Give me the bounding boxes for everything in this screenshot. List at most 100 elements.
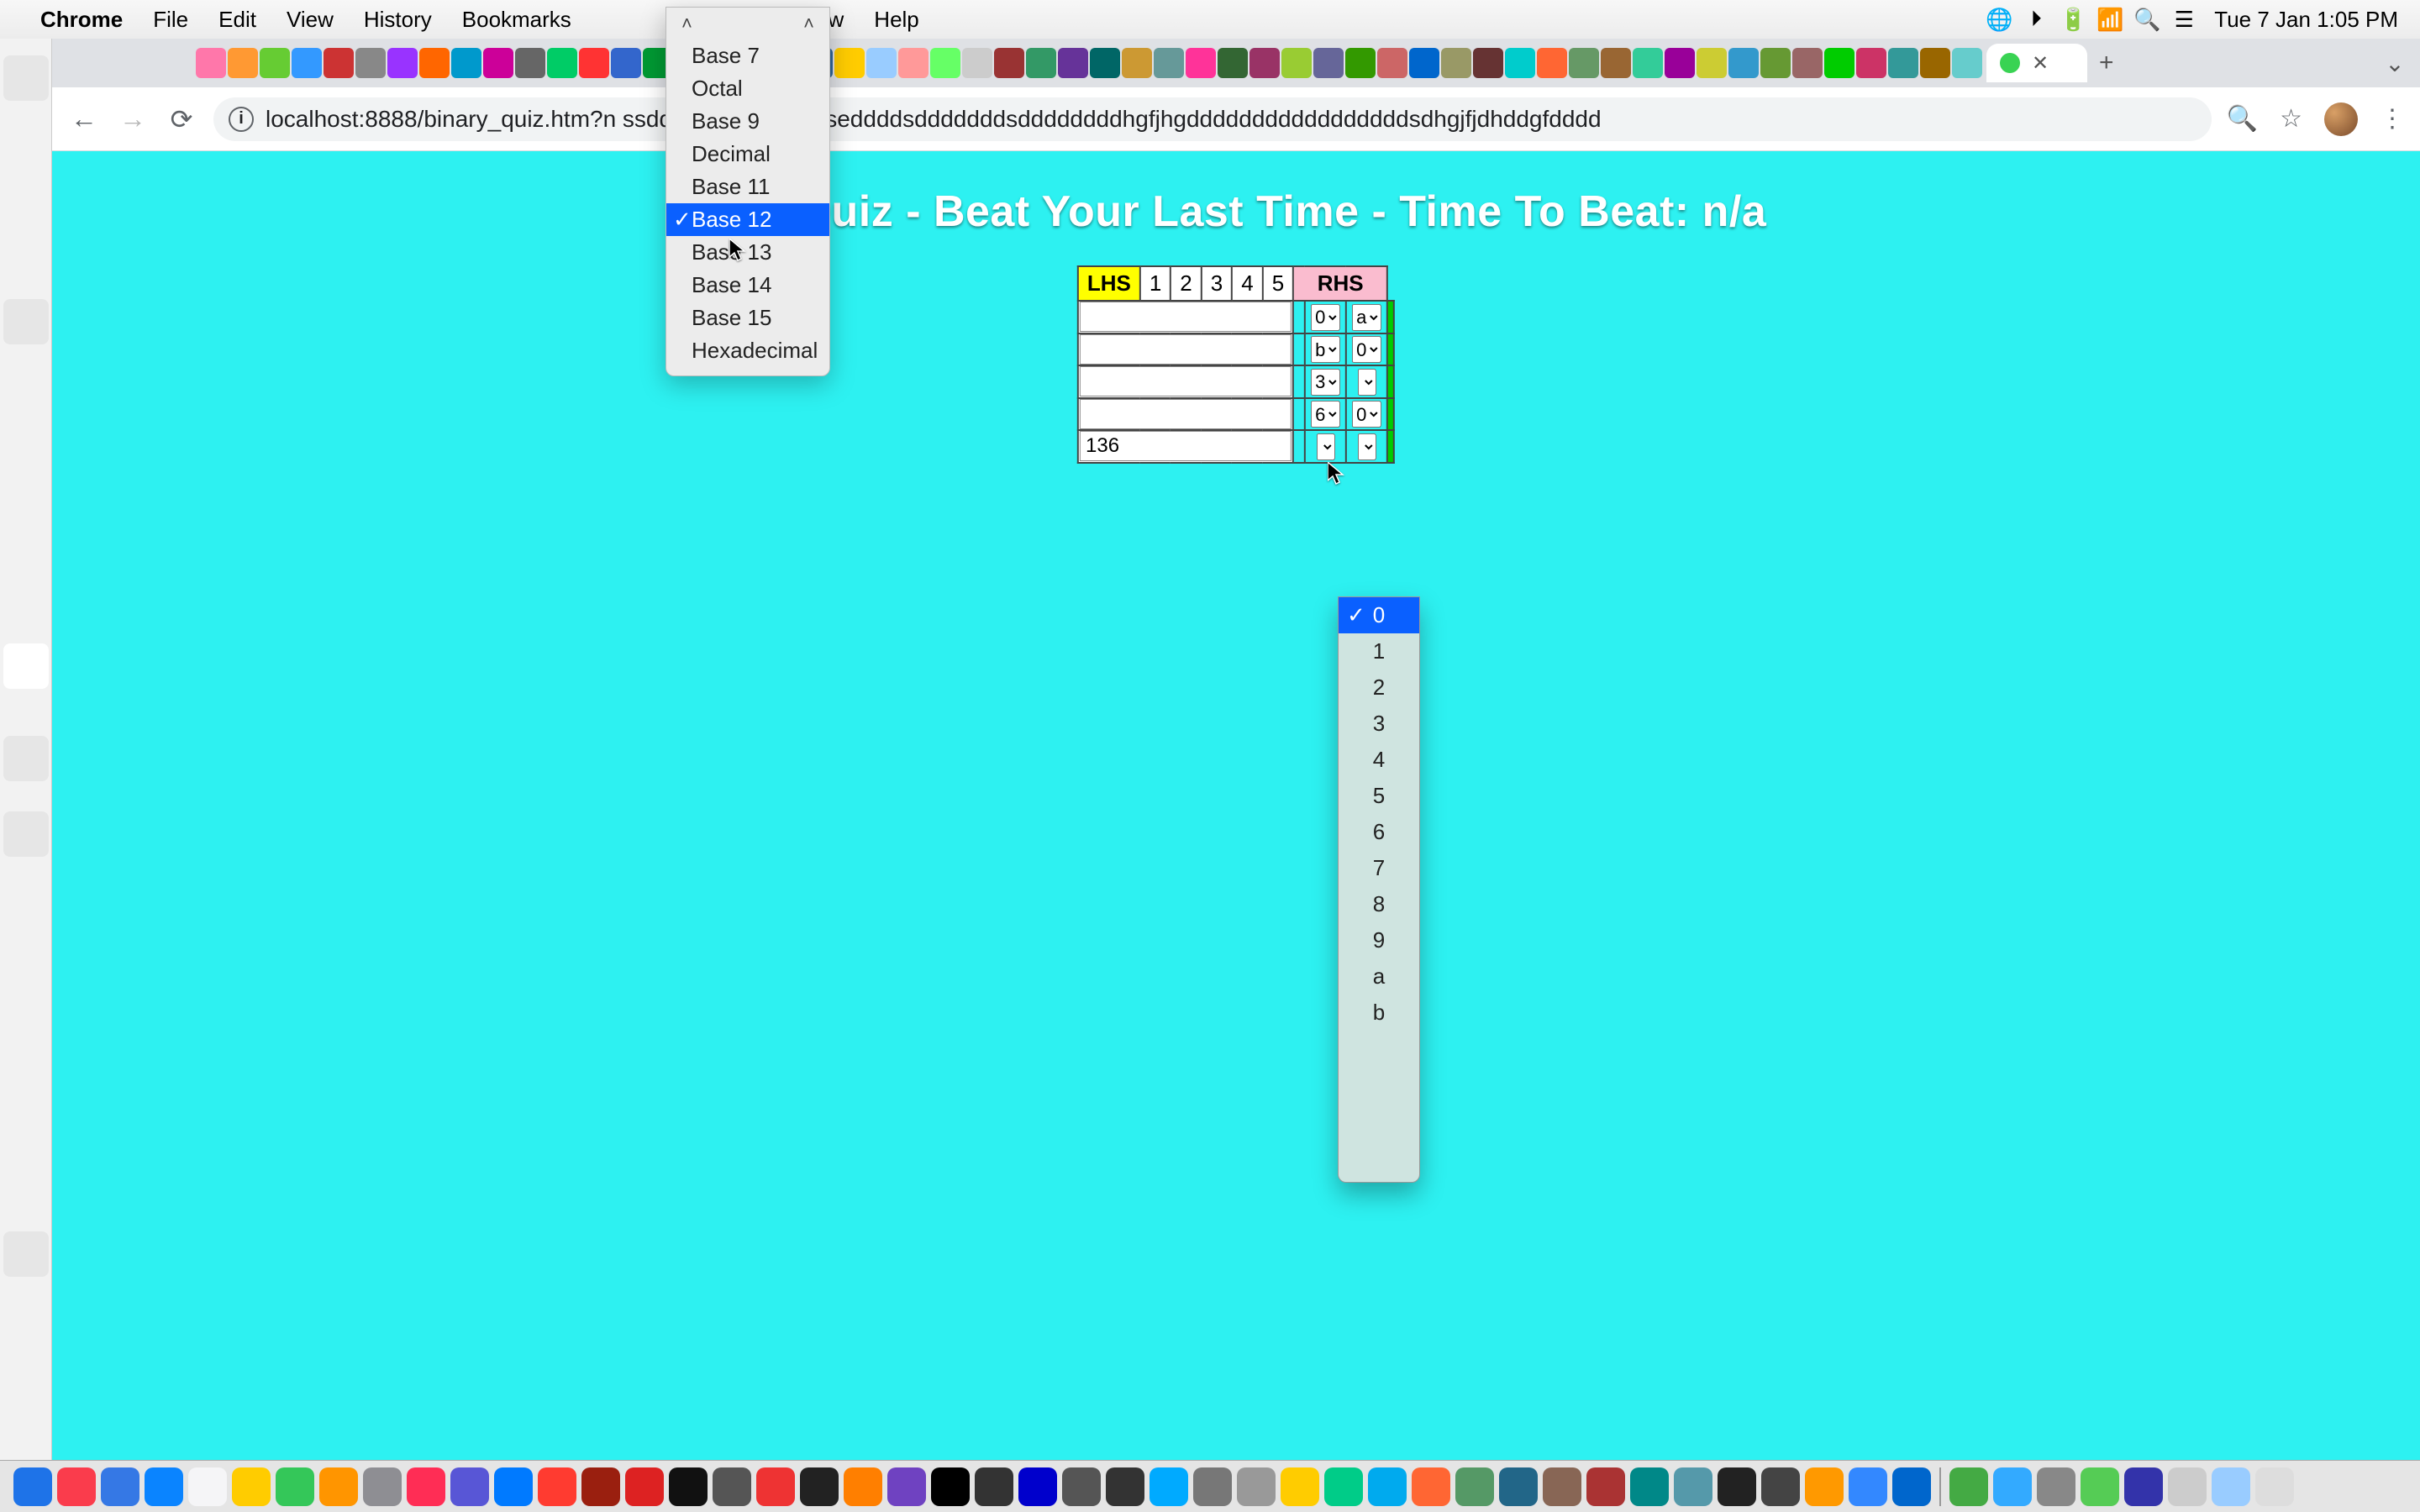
play-icon[interactable]: ⏵ <box>2018 6 2054 33</box>
dock-app-46[interactable] <box>2037 1467 2075 1506</box>
digit1-select-1[interactable]: 0 <box>1311 304 1340 331</box>
dock-app-18[interactable] <box>800 1467 839 1506</box>
address-bar[interactable]: i localhost:8888/binary_quiz.htm?n ssddd… <box>213 97 2212 141</box>
base-select-menu[interactable]: ˄˄ Base 7 Octal Base 9 Decimal Base 11 B… <box>666 7 830 376</box>
dock-app-10[interactable] <box>450 1467 489 1506</box>
digit2-select-2[interactable]: 0 <box>1352 336 1381 363</box>
pinned-tab-40[interactable] <box>1473 48 1503 78</box>
pinned-tab-42[interactable] <box>1537 48 1567 78</box>
dock-app-8[interactable] <box>363 1467 402 1506</box>
pinned-tab-55[interactable] <box>1952 48 1982 78</box>
pinned-tab-22[interactable] <box>898 48 929 78</box>
dock-app-38[interactable] <box>1674 1467 1712 1506</box>
dock-app-49[interactable] <box>2168 1467 2207 1506</box>
help-menu[interactable]: Help <box>859 0 934 39</box>
globe-icon[interactable]: 🌐 <box>1981 7 2018 33</box>
dock-app-16[interactable] <box>713 1467 751 1506</box>
tab-overflow-button[interactable]: ⌄ <box>2370 50 2420 77</box>
pinned-tab-36[interactable] <box>1345 48 1376 78</box>
pinned-tab-41[interactable] <box>1505 48 1535 78</box>
pinned-tab-37[interactable] <box>1377 48 1407 78</box>
digit2-select-3[interactable] <box>1358 369 1376 396</box>
digit1-select-2[interactable]: b <box>1311 336 1340 363</box>
digit1-select-3[interactable]: 3 <box>1311 369 1340 396</box>
dock-app-14[interactable] <box>625 1467 664 1506</box>
digit-option-menu[interactable]: 0 1 2 3 4 5 6 7 8 9 a b <box>1338 596 1420 1183</box>
dock-app-24[interactable] <box>1062 1467 1101 1506</box>
dock-app-0[interactable] <box>13 1467 52 1506</box>
pinned-tab-47[interactable] <box>1697 48 1727 78</box>
pinned-tab-5[interactable] <box>355 48 386 78</box>
lhs-input-2[interactable] <box>1080 334 1292 365</box>
opt-a[interactable]: a <box>1339 958 1419 995</box>
dock-app-5[interactable] <box>232 1467 271 1506</box>
pinned-tab-43[interactable] <box>1569 48 1599 78</box>
dock-app-20[interactable] <box>887 1467 926 1506</box>
dock-app-32[interactable] <box>1412 1467 1450 1506</box>
base-option-base9[interactable]: Base 9 <box>666 105 829 138</box>
opt-2[interactable]: 2 <box>1339 669 1419 706</box>
dock-app-47[interactable] <box>2081 1467 2119 1506</box>
pinned-tab-54[interactable] <box>1920 48 1950 78</box>
dock-app-22[interactable] <box>975 1467 1013 1506</box>
battery-icon[interactable]: 🔋 <box>2054 7 2091 33</box>
base-option-base14[interactable]: Base 14 <box>666 269 829 302</box>
view-menu[interactable]: View <box>271 0 349 39</box>
pinned-tab-45[interactable] <box>1633 48 1663 78</box>
pinned-tab-28[interactable] <box>1090 48 1120 78</box>
dock-app-2[interactable] <box>101 1467 139 1506</box>
base-option-octal[interactable]: Octal <box>666 72 829 105</box>
pinned-tab-34[interactable] <box>1281 48 1312 78</box>
dock-app-41[interactable] <box>1805 1467 1844 1506</box>
base-option-base15[interactable]: Base 15 <box>666 302 829 334</box>
base-menu-arrows[interactable]: ˄˄ <box>666 13 829 39</box>
dock[interactable] <box>0 1460 2420 1512</box>
pinned-tab-25[interactable] <box>994 48 1024 78</box>
opt-8[interactable]: 8 <box>1339 886 1419 922</box>
digit2-select-1[interactable]: a <box>1352 304 1381 331</box>
digit1-select-4[interactable]: 6 <box>1311 401 1340 428</box>
pinned-tab-51[interactable] <box>1824 48 1854 78</box>
opt-4[interactable]: 4 <box>1339 742 1419 778</box>
active-tab[interactable]: ✕ <box>1986 44 2087 82</box>
pinned-tab-2[interactable] <box>260 48 290 78</box>
pinned-tab-12[interactable] <box>579 48 609 78</box>
dock-app-30[interactable] <box>1324 1467 1363 1506</box>
app-name-menu[interactable]: Chrome <box>25 0 138 39</box>
dock-app-34[interactable] <box>1499 1467 1538 1506</box>
pinned-tab-20[interactable] <box>834 48 865 78</box>
history-menu[interactable]: History <box>349 0 447 39</box>
opt-3[interactable]: 3 <box>1339 706 1419 742</box>
col-3[interactable]: 3 <box>1202 266 1232 301</box>
dock-app-28[interactable] <box>1237 1467 1276 1506</box>
pinned-tab-35[interactable] <box>1313 48 1344 78</box>
edit-menu[interactable]: Edit <box>203 0 271 39</box>
dock-app-21[interactable] <box>931 1467 970 1506</box>
pinned-tab-23[interactable] <box>930 48 960 78</box>
site-info-icon[interactable]: i <box>229 107 254 132</box>
dock-app-19[interactable] <box>844 1467 882 1506</box>
lhs-input-5[interactable] <box>1080 431 1292 461</box>
dock-app-3[interactable] <box>145 1467 183 1506</box>
dock-app-27[interactable] <box>1193 1467 1232 1506</box>
pinned-tab-7[interactable] <box>419 48 450 78</box>
pinned-tab-29[interactable] <box>1122 48 1152 78</box>
pinned-tab-31[interactable] <box>1186 48 1216 78</box>
dock-app-40[interactable] <box>1761 1467 1800 1506</box>
opt-6[interactable]: 6 <box>1339 814 1419 850</box>
pinned-tab-11[interactable] <box>547 48 577 78</box>
dock-app-11[interactable] <box>494 1467 533 1506</box>
dock-app-44[interactable] <box>1949 1467 1988 1506</box>
base-option-hex[interactable]: Hexadecimal <box>666 334 829 367</box>
dock-app-33[interactable] <box>1455 1467 1494 1506</box>
pinned-tab-3[interactable] <box>292 48 322 78</box>
opt-7[interactable]: 7 <box>1339 850 1419 886</box>
pinned-tab-33[interactable] <box>1249 48 1280 78</box>
pinned-tab-32[interactable] <box>1218 48 1248 78</box>
opt-1[interactable]: 1 <box>1339 633 1419 669</box>
dock-app-31[interactable] <box>1368 1467 1407 1506</box>
dock-app-45[interactable] <box>1993 1467 2032 1506</box>
pinned-tab-4[interactable] <box>324 48 354 78</box>
reload-button[interactable]: ⟳ <box>165 102 198 136</box>
dock-app-37[interactable] <box>1630 1467 1669 1506</box>
